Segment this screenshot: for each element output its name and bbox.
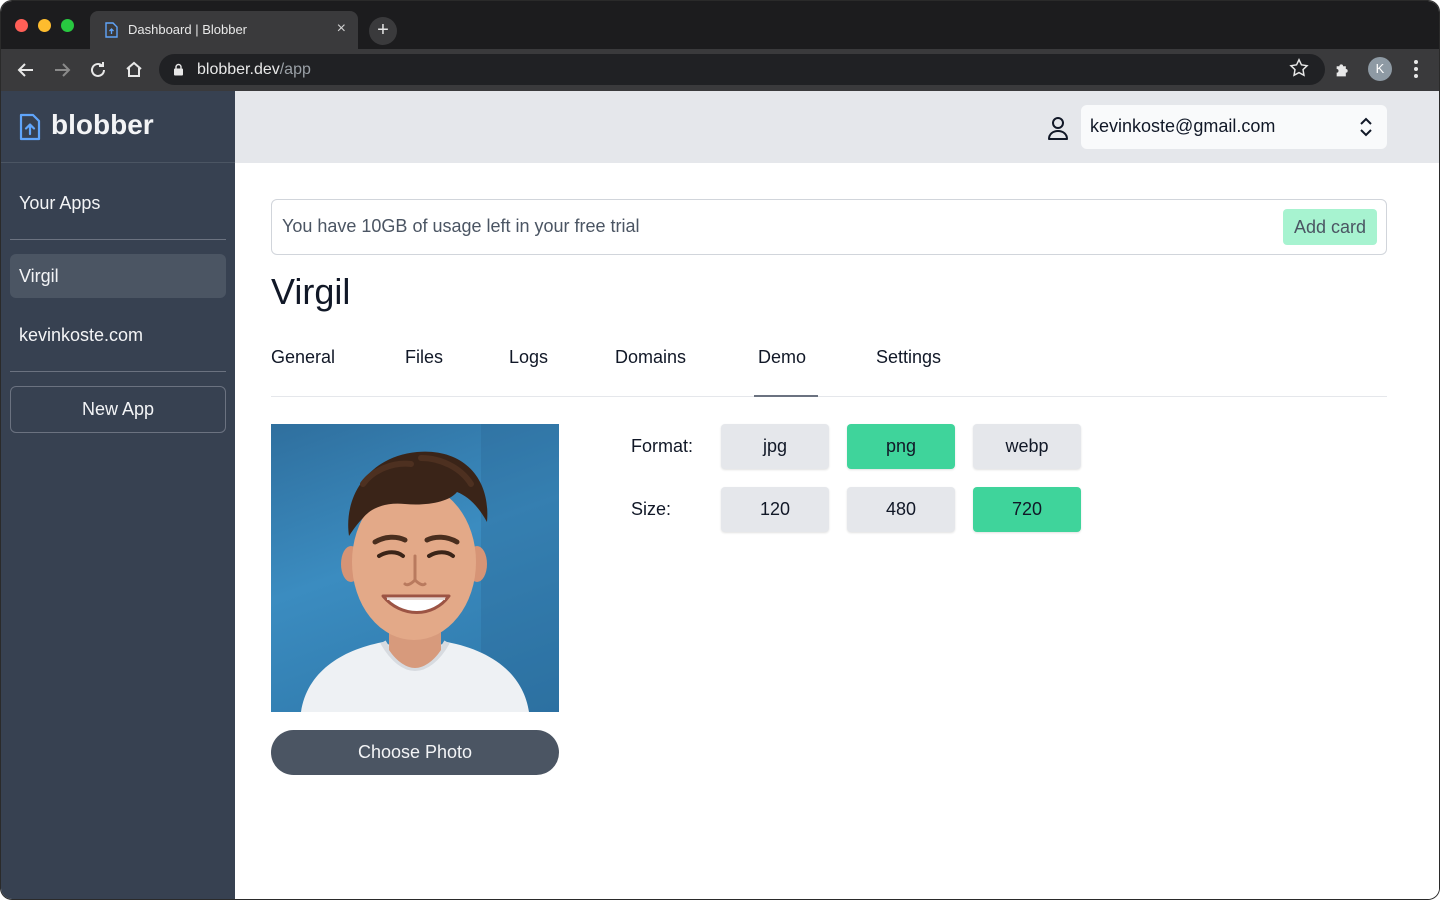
- add-card-button[interactable]: Add card: [1283, 209, 1377, 245]
- format-option-webp[interactable]: webp: [973, 424, 1081, 469]
- user-icon: [1048, 117, 1068, 140]
- choose-photo-button[interactable]: Choose Photo: [271, 730, 559, 775]
- size-label: Size:: [631, 499, 672, 519]
- demo-photo: [271, 424, 559, 712]
- tab-settings[interactable]: Settings: [876, 347, 941, 368]
- maximize-window-button[interactable]: [61, 19, 74, 32]
- brand-header[interactable]: blobber: [1, 91, 235, 163]
- trial-banner: You have 10GB of usage left in your free…: [271, 199, 1387, 255]
- app-tabs: General Files Logs Domains Demo Settings: [271, 339, 1387, 397]
- size-option-480[interactable]: 480: [847, 487, 955, 532]
- your-apps-heading: Your Apps: [19, 193, 101, 213]
- account-email: kevinkoste@gmail.com: [1090, 116, 1276, 136]
- main-content: You have 10GB of usage left in your free…: [235, 163, 1439, 899]
- top-bar: kevinkoste@gmail.com: [235, 91, 1439, 163]
- sidebar-item-kevinkoste[interactable]: kevinkoste.com: [10, 313, 226, 357]
- format-option-jpg[interactable]: jpg: [721, 424, 829, 469]
- bookmark-star-icon[interactable]: [1288, 57, 1310, 79]
- size-option-720[interactable]: 720: [973, 487, 1081, 532]
- new-app-button[interactable]: New App: [10, 386, 226, 433]
- brand-name: blobber: [51, 109, 154, 140]
- browser-window: Dashboard | Blobber × + blobber.dev/app: [0, 0, 1440, 900]
- sidebar-item-virgil[interactable]: Virgil: [10, 254, 226, 298]
- url-text: blobber.dev/app: [197, 61, 311, 79]
- url-path: /app: [279, 61, 311, 78]
- tab-demo[interactable]: Demo: [758, 347, 806, 368]
- url-host: blobber.dev: [197, 61, 280, 78]
- portrait-illustration: [301, 424, 559, 712]
- tab-general[interactable]: General: [271, 347, 335, 368]
- tab-close-icon[interactable]: ×: [337, 19, 346, 39]
- profile-avatar[interactable]: K: [1368, 57, 1392, 81]
- home-icon[interactable]: [122, 58, 146, 82]
- active-tab-indicator: [754, 395, 818, 397]
- size-option-120[interactable]: 120: [721, 487, 829, 532]
- sidebar-divider: [10, 371, 226, 372]
- tab-logs[interactable]: Logs: [509, 347, 548, 368]
- address-bar[interactable]: blobber.dev/app: [159, 54, 1325, 85]
- tab-domains[interactable]: Domains: [615, 347, 686, 368]
- format-option-png[interactable]: png: [847, 424, 955, 469]
- new-tab-button[interactable]: +: [369, 17, 397, 45]
- back-arrow-icon[interactable]: [14, 58, 38, 82]
- sidebar: blobber Your Apps Virgil kevinkoste.com …: [1, 91, 235, 899]
- browser-tabstrip: Dashboard | Blobber × +: [1, 1, 1439, 49]
- format-label: Format:: [631, 436, 694, 456]
- reload-icon[interactable]: [86, 58, 110, 82]
- close-window-button[interactable]: [15, 19, 28, 32]
- app-title: Virgil: [271, 271, 351, 312]
- tab-title: Dashboard | Blobber: [128, 22, 248, 37]
- forward-arrow-icon[interactable]: [50, 58, 74, 82]
- blobber-favicon-icon: [105, 22, 118, 38]
- trial-banner-text: You have 10GB of usage left in your free…: [282, 216, 640, 236]
- browser-toolbar: blobber.dev/app K: [1, 49, 1439, 91]
- sidebar-divider: [10, 239, 226, 240]
- account-select[interactable]: kevinkoste@gmail.com: [1081, 105, 1387, 149]
- lock-icon: [174, 63, 183, 76]
- tab-files[interactable]: Files: [405, 347, 443, 368]
- blobber-logo-icon: [19, 113, 41, 141]
- browser-menu-icon[interactable]: [1406, 58, 1426, 80]
- chevron-up-down-icon: [1360, 117, 1372, 137]
- browser-tab-active[interactable]: Dashboard | Blobber ×: [90, 11, 358, 49]
- minimize-window-button[interactable]: [38, 19, 51, 32]
- extensions-puzzle-icon[interactable]: [1333, 58, 1355, 80]
